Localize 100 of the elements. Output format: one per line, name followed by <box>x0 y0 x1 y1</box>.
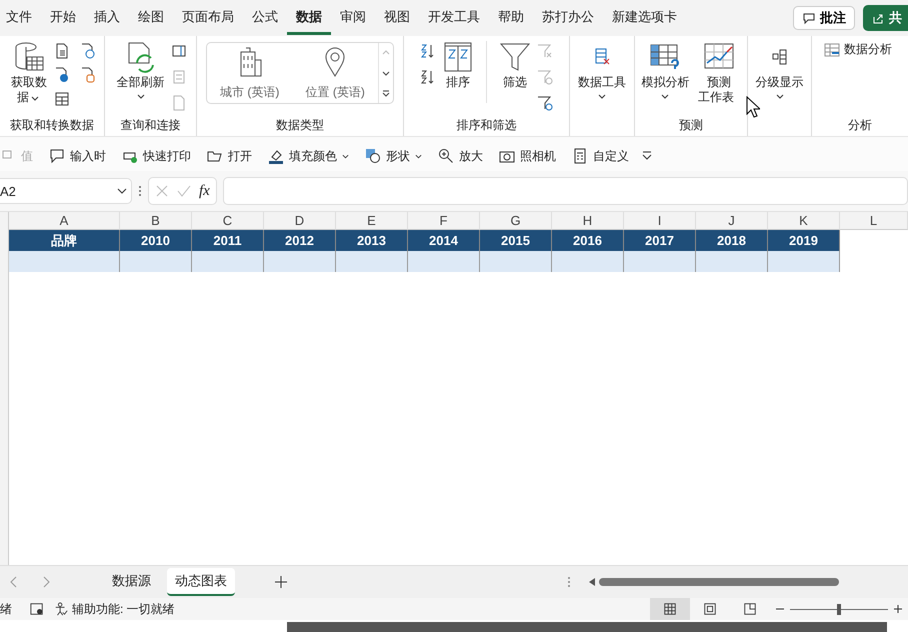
add-sheet-icon[interactable] <box>275 576 287 588</box>
toolbar-button[interactable]: 照相机 <box>493 146 564 166</box>
toolbar-button[interactable]: 形状 <box>359 146 430 166</box>
menu-tab[interactable]: 绘图 <box>129 2 173 34</box>
column-header[interactable]: I <box>624 212 696 230</box>
sort-icon <box>442 41 474 73</box>
toolbar-icon <box>49 148 65 164</box>
table-cell <box>552 251 624 272</box>
column-header[interactable]: G <box>480 212 552 230</box>
status-text: 绪 <box>0 600 12 618</box>
share-button[interactable]: 共 <box>863 5 908 31</box>
table-cell <box>264 251 336 272</box>
header-cell: 2017 <box>624 230 696 251</box>
menu-tab[interactable]: 苏打办公 <box>533 2 603 34</box>
column-header[interactable]: H <box>552 212 624 230</box>
view-button[interactable] <box>650 598 690 620</box>
menu-tab[interactable]: 页面布局 <box>173 2 243 34</box>
group-label: 预测 <box>678 117 704 134</box>
menu-tab[interactable]: 审阅 <box>331 2 375 34</box>
forecast-sheet-button[interactable]: 预测工作表 <box>695 41 743 105</box>
accessibility-status[interactable]: 辅助功能: 一切就绪 <box>54 600 175 618</box>
column-header[interactable]: D <box>264 212 336 230</box>
toolbar-button[interactable]: 填充颜色 <box>262 146 357 166</box>
header-cell: 2018 <box>696 230 768 251</box>
column-header[interactable]: C <box>192 212 264 230</box>
menu-tab[interactable]: 文件 <box>0 2 41 34</box>
toolbar-icon <box>438 148 454 164</box>
table-cell <box>768 251 840 272</box>
refresh-all-button[interactable]: 全部刷新 <box>114 41 166 99</box>
column-header[interactable]: B <box>120 212 192 230</box>
table-icon <box>824 42 840 58</box>
column-header[interactable]: K <box>768 212 840 230</box>
data-analysis-button[interactable]: 数据分析 <box>824 41 892 58</box>
table-cell <box>336 251 408 272</box>
comment-icon <box>802 11 816 25</box>
toolbar-button[interactable]: 输入时 <box>43 146 114 166</box>
sort-button[interactable]: 排序 <box>440 41 476 90</box>
menu-tab[interactable]: 开发工具 <box>419 2 489 34</box>
comment-button[interactable]: 批注 <box>793 6 855 30</box>
insert-function-button[interactable]: fx <box>199 182 210 200</box>
table-cell <box>192 251 264 272</box>
menu-tab[interactable]: 插入 <box>85 2 129 34</box>
data-type-button[interactable]: 位置 (英语) <box>292 43 378 103</box>
toolbar-button[interactable]: 放大 <box>432 146 491 166</box>
header-cell: 2015 <box>480 230 552 251</box>
page-layout-icon <box>703 602 717 616</box>
dropdown-icon <box>117 188 127 194</box>
toolbar-button[interactable]: 自定义 <box>566 146 637 166</box>
group-label: 数据类型 <box>275 117 325 134</box>
column-header[interactable]: A <box>9 212 120 230</box>
menu-tab[interactable]: 新建选项卡 <box>603 2 686 34</box>
panel-icon[interactable] <box>170 43 186 59</box>
table-cell <box>480 251 552 272</box>
page-break-icon <box>743 602 757 616</box>
toolbar-icon <box>572 148 588 164</box>
table-cell <box>120 251 192 272</box>
zoom-thumb[interactable] <box>837 604 841 614</box>
menu-tab[interactable]: 视图 <box>375 2 419 34</box>
toolbar-button[interactable]: 打开 <box>201 146 260 166</box>
toolbar-icon <box>365 148 381 164</box>
table-icon[interactable] <box>54 91 70 107</box>
header-cell: 品牌 <box>9 230 120 251</box>
data-type-button[interactable]: 城市 (英语) <box>207 43 292 103</box>
filter-icon <box>499 41 531 73</box>
header-cell: 2019 <box>768 230 840 251</box>
menu-tab[interactable]: 帮助 <box>489 2 533 34</box>
sort-ascending-icon[interactable] <box>420 43 436 59</box>
drag-handle-icon[interactable] <box>138 184 142 198</box>
outline-button[interactable]: 分级显示 <box>754 41 806 99</box>
header-cell: 2010 <box>120 230 192 251</box>
column-header[interactable]: F <box>408 212 480 230</box>
menu-tab[interactable]: 开始 <box>41 2 85 34</box>
header-cell: 2013 <box>336 230 408 251</box>
column-header[interactable]: E <box>336 212 408 230</box>
name-box[interactable]: A2 <box>0 178 132 204</box>
what-if-analysis-button[interactable]: 模拟分析 <box>639 41 692 99</box>
sheet-tab[interactable]: 动态图表 <box>167 568 235 596</box>
get-data-button[interactable]: 获取数据 <box>8 41 50 105</box>
sort-descending-icon[interactable] <box>420 69 436 85</box>
formula-input[interactable] <box>222 177 908 205</box>
drag-handle-icon[interactable] <box>567 575 571 589</box>
macro-record-icon[interactable] <box>30 602 44 616</box>
toolbar-button[interactable]: 快速打印 <box>116 146 199 166</box>
scroll-left-icon[interactable] <box>589 578 595 586</box>
document-icon[interactable] <box>54 43 70 59</box>
column-header[interactable]: L <box>840 212 908 230</box>
accessibility-icon <box>54 602 68 616</box>
normal-view-icon <box>663 602 677 616</box>
data-tools-button[interactable]: 数据工具 <box>576 41 628 99</box>
filter-button[interactable]: 筛选 <box>497 41 533 90</box>
group-label: 排序和筛选 <box>456 117 518 134</box>
table-cell <box>624 251 696 272</box>
zoom-in-icon[interactable] <box>894 605 902 613</box>
group-label: 查询和连接 <box>120 117 182 134</box>
menu-tab[interactable]: 公式 <box>243 2 287 34</box>
column-header[interactable]: J <box>696 212 768 230</box>
table-cell <box>696 251 768 272</box>
scrollbar-thumb[interactable] <box>599 578 839 586</box>
header-cell: 2014 <box>408 230 480 251</box>
sheet-tab[interactable]: 数据源 <box>104 568 159 596</box>
